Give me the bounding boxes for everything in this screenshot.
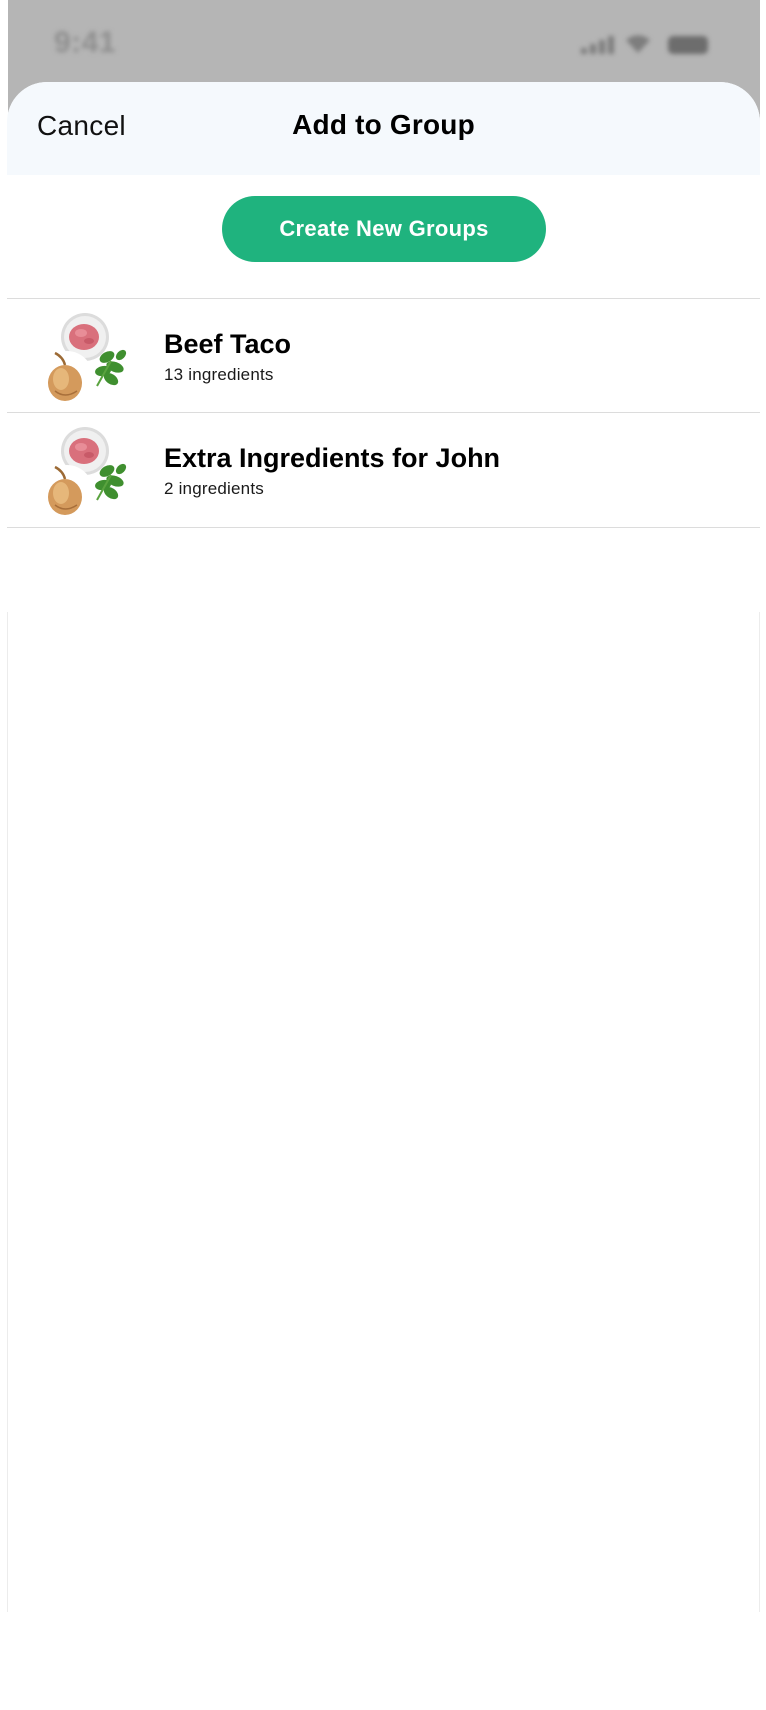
ingredients-collage-icon	[41, 313, 127, 403]
status-icons	[581, 32, 708, 54]
sheet-header: Cancel Add to Group	[7, 82, 760, 175]
sheet-edge-line	[7, 612, 8, 1612]
battery-icon	[668, 36, 708, 54]
group-ingredient-count: 2 ingredients	[164, 479, 264, 498]
group-name: Extra Ingredients for John	[164, 443, 501, 473]
backdrop-edge	[760, 0, 766, 140]
status-time: 9:41	[54, 26, 117, 59]
group-ingredient-count: 13 ingredients	[164, 365, 274, 384]
ingredients-collage-icon	[41, 427, 127, 517]
group-list: Beef Taco 13 ingredients Extra Ingredien…	[7, 298, 760, 528]
create-new-groups-button[interactable]: Create New Groups	[222, 196, 546, 262]
group-row-extra-ingredients-for-john[interactable]: Extra Ingredients for John 2 ingredients	[7, 413, 760, 527]
screen: 9:41 Cancel Add to Group Create New Grou…	[0, 0, 766, 1710]
group-name: Beef Taco	[164, 329, 292, 359]
page-title: Add to Group	[292, 109, 475, 140]
sheet-edge-line	[759, 612, 760, 1612]
cellular-signal-icon	[581, 36, 614, 54]
group-row-beef-taco[interactable]: Beef Taco 13 ingredients	[7, 299, 760, 413]
add-to-group-sheet: Cancel Add to Group Create New Groups Be…	[7, 82, 760, 1710]
wifi-icon	[626, 35, 650, 53]
